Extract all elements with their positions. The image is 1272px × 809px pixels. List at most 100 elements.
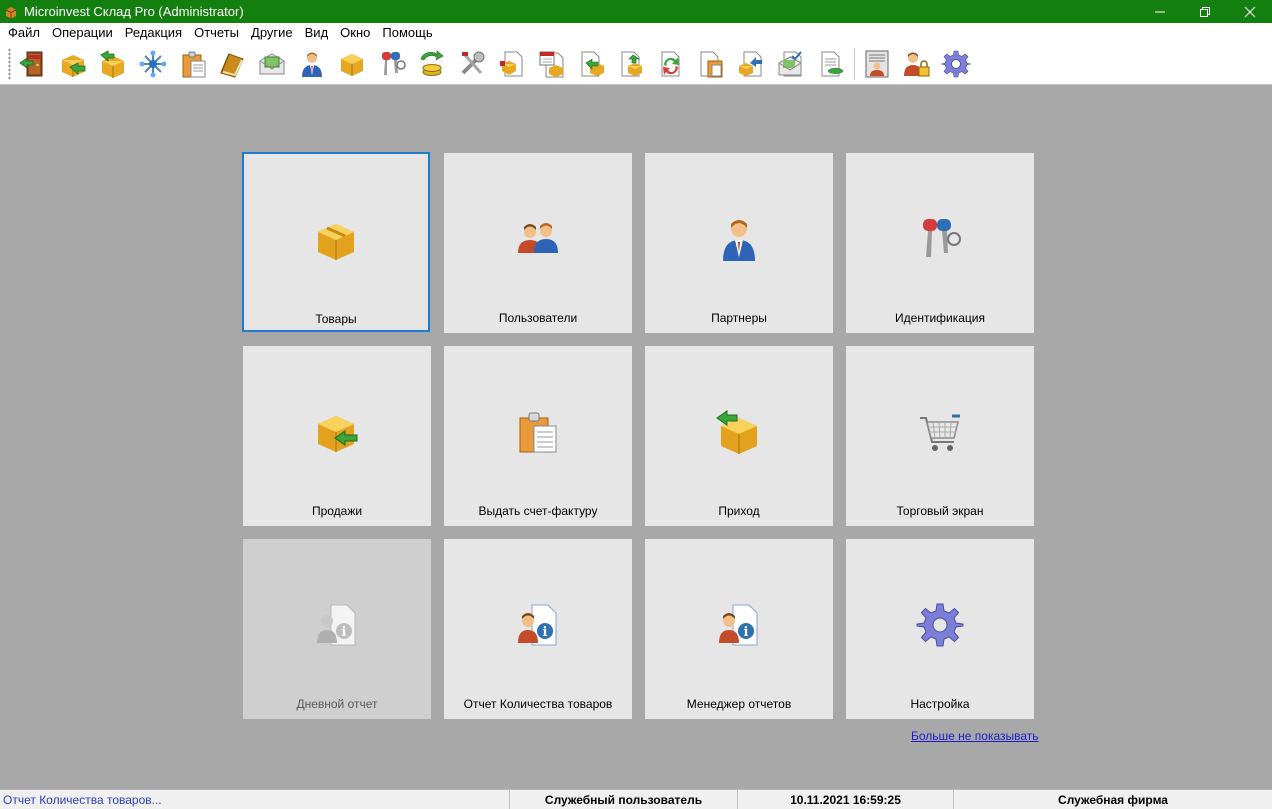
status-company: Служебная фирма — [1058, 793, 1168, 807]
toolbar — [0, 43, 1272, 85]
toolbar-partner-button[interactable] — [294, 46, 330, 82]
window-title: Microinvest Склад Pro (Administrator) — [24, 4, 244, 19]
report-info-icon: i — [317, 604, 356, 646]
report-info-icon: i — [719, 604, 758, 646]
tile-daily-report[interactable]: i Дневной отчет — [243, 539, 431, 719]
box-icon — [318, 224, 354, 260]
toolbar-book-button[interactable] — [214, 46, 250, 82]
tile-partners-icon-wrap — [715, 215, 763, 263]
tile-settings[interactable]: Настройка — [846, 539, 1034, 719]
restore-button[interactable] — [1182, 0, 1227, 23]
toolbar-doc-list-button[interactable] — [813, 46, 849, 82]
dont-show-again-link[interactable]: Больше не показывать — [911, 729, 1039, 743]
toolbar-doc-box-up-button[interactable] — [733, 46, 769, 82]
tile-identification-icon-wrap — [916, 215, 964, 263]
menu-edit[interactable]: Редакция — [119, 23, 188, 43]
keys-icon — [382, 51, 406, 75]
minimize-button[interactable] — [1137, 0, 1182, 23]
toolbar-sales-button[interactable] — [55, 46, 91, 82]
menu-other[interactable]: Другие — [245, 23, 299, 43]
window-controls — [1137, 0, 1272, 23]
clipboard-icon — [182, 51, 206, 77]
tile-report-manager-label: Менеджер отчетов — [686, 697, 792, 711]
status-bar: Отчет Количества товаров... Служебный по… — [0, 789, 1272, 809]
close-button[interactable] — [1227, 0, 1272, 23]
workspace: Товары Пользователи Партнеры Идентификац… — [0, 86, 1272, 789]
restore-icon — [1199, 6, 1210, 17]
title-bar[interactable]: Microinvest Склад Pro (Administrator) — [0, 0, 1272, 23]
keys-icon — [923, 219, 961, 257]
toolbar-network-button[interactable] — [135, 46, 171, 82]
tile-sales-label: Продажи — [311, 504, 363, 518]
tile-receipt-icon-wrap — [715, 408, 763, 456]
menu-help[interactable]: Помощь — [376, 23, 438, 43]
toolbar-doc-arrow-button[interactable] — [573, 46, 609, 82]
toolbar-cash-button[interactable] — [414, 46, 450, 82]
tile-trade-screen[interactable]: Торговый экран — [846, 346, 1034, 526]
toolbar-doc-goods-button[interactable] — [494, 46, 530, 82]
minimize-icon — [1154, 11, 1165, 12]
toolbar-goods-button[interactable] — [334, 46, 370, 82]
network-icon — [139, 50, 167, 77]
tile-trade-screen-icon-wrap — [916, 408, 964, 456]
toolbar-service-button[interactable] — [454, 46, 490, 82]
svg-text:i: i — [744, 625, 749, 640]
app-icon — [5, 6, 17, 18]
tile-users[interactable]: Пользователи — [444, 153, 632, 333]
tile-invoice-icon-wrap — [514, 408, 562, 456]
tile-report-manager[interactable]: i Менеджер отчетов — [645, 539, 833, 719]
tile-receipt[interactable]: Приход — [645, 346, 833, 526]
toolbar-grip[interactable] — [8, 47, 11, 80]
partner-icon — [302, 52, 323, 77]
toolbar-invoice-button[interactable] — [175, 46, 211, 82]
partner-icon — [723, 220, 755, 261]
svg-text:i: i — [543, 625, 548, 640]
report-person-icon — [865, 50, 889, 77]
menu-window[interactable]: Окно — [334, 23, 376, 43]
tile-settings-label: Настройка — [910, 697, 970, 711]
tile-partners[interactable]: Партнеры — [645, 153, 833, 333]
doc-box-up-icon — [739, 51, 763, 76]
toolbar-settings-button[interactable] — [938, 46, 974, 82]
toolbar-doc-mail-button[interactable] — [773, 46, 809, 82]
toolbar-identification-button[interactable] — [374, 46, 410, 82]
tile-sales[interactable]: Продажи — [243, 346, 431, 526]
toolbar-users-button[interactable] — [899, 46, 935, 82]
envelope-money-icon — [259, 52, 285, 74]
calendar-doc-icon — [539, 51, 564, 77]
tile-goods-quantity-report[interactable]: i Отчет Количества товаров — [444, 539, 632, 719]
tile-identification[interactable]: Идентификация — [846, 153, 1034, 333]
toolbar-doc-receipt-button[interactable] — [613, 46, 649, 82]
svg-text:i: i — [342, 625, 347, 640]
menu-reports[interactable]: Отчеты — [188, 23, 245, 43]
gear-icon — [916, 603, 964, 647]
invoice-clipboard-icon — [519, 412, 557, 453]
toolbar-exit-button[interactable] — [15, 46, 51, 82]
box-icon — [341, 53, 364, 76]
status-current-task: Отчет Количества товаров... — [0, 790, 510, 809]
tile-invoice-label: Выдать счет-фактуру — [478, 504, 598, 518]
toolbar-mail-button[interactable] — [254, 46, 290, 82]
tools-icon — [461, 51, 485, 74]
tile-goods-quantity-report-label: Отчет Количества товаров — [463, 697, 613, 711]
doc-arrow-icon — [581, 51, 605, 76]
tile-receipt-label: Приход — [718, 504, 760, 518]
tile-sales-icon-wrap — [313, 408, 361, 456]
toolbar-receipt-button[interactable] — [95, 46, 131, 82]
user-lock-icon — [903, 52, 930, 76]
status-datetime: 10.11.2021 16:59:25 — [738, 790, 954, 809]
toolbar-refresh-button[interactable] — [653, 46, 689, 82]
doc-clipboard-icon — [700, 51, 723, 77]
tile-goods[interactable]: Товары — [242, 152, 430, 332]
menu-file[interactable]: Файл — [2, 23, 46, 43]
toolbar-doc-clipboard-button[interactable] — [693, 46, 729, 82]
doc-box-arrow-icon — [621, 51, 643, 76]
toolbar-report-button[interactable] — [859, 46, 895, 82]
coins-arrows-icon — [420, 49, 444, 76]
tile-goods-label: Товары — [315, 312, 357, 326]
toolbar-calendar-button[interactable] — [534, 46, 570, 82]
tile-invoice[interactable]: Выдать счет-фактуру — [444, 346, 632, 526]
menu-operations[interactable]: Операции — [46, 23, 119, 43]
tile-identification-label: Идентификация — [895, 311, 985, 325]
menu-view[interactable]: Вид — [299, 23, 335, 43]
